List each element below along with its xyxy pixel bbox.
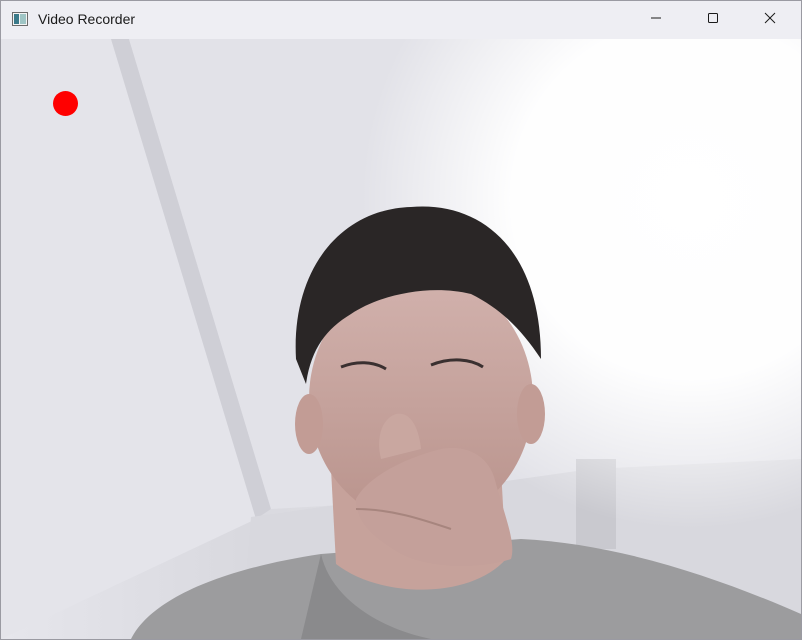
minimize-icon (650, 11, 662, 29)
video-preview (1, 39, 801, 639)
close-button[interactable] (747, 1, 793, 39)
maximize-button[interactable] (690, 1, 736, 39)
maximize-icon (707, 11, 719, 29)
camera-frame (1, 39, 801, 639)
title-bar[interactable]: Video Recorder (1, 1, 801, 39)
minimize-button[interactable] (633, 1, 679, 39)
video-app-icon (12, 12, 28, 26)
app-window: Video Recorder (0, 0, 802, 640)
recording-indicator (53, 91, 78, 116)
close-icon (764, 11, 776, 29)
window-title: Video Recorder (38, 11, 136, 27)
